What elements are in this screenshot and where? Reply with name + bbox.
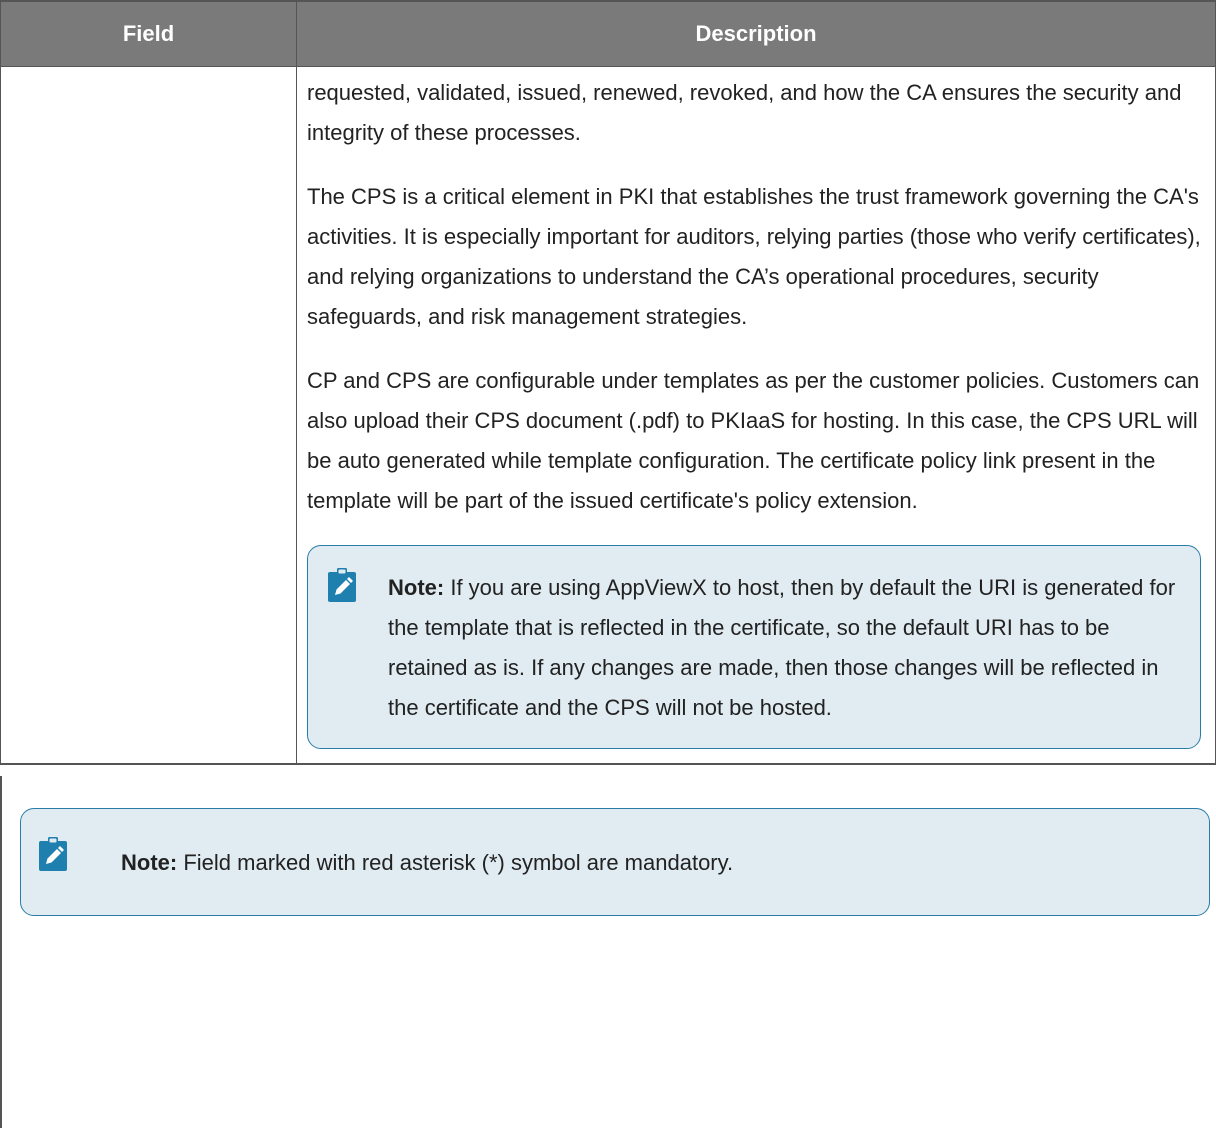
field-cell <box>0 66 297 765</box>
description-cell: requested, validated, issued, renewed, r… <box>296 66 1216 765</box>
description-paragraph-3: CP and CPS are configurable under templa… <box>307 368 1200 513</box>
mandatory-fields-note: Note: Field marked with red asterisk (*)… <box>20 808 1210 916</box>
table-header-row: Field Description <box>0 0 1216 67</box>
table-row: requested, validated, issued, renewed, r… <box>0 66 1216 765</box>
description-paragraph-2: The CPS is a critical element in PKI tha… <box>307 184 1201 329</box>
note-label: Note: <box>121 850 178 875</box>
note-text: Field marked with red asterisk (*) symbo… <box>177 850 734 875</box>
mandatory-note-body: Note: Field marked with red asterisk (*)… <box>121 843 1195 883</box>
header-description: Description <box>296 0 1216 67</box>
pencil-note-icon <box>328 568 356 602</box>
footer-section: Note: Field marked with red asterisk (*)… <box>0 776 1216 1128</box>
pencil-note-icon <box>39 837 67 871</box>
description-paragraph-1: requested, validated, issued, renewed, r… <box>307 80 1182 145</box>
hosting-note: Note: If you are using AppViewX to host,… <box>307 545 1201 749</box>
note-label: Note: <box>388 575 445 600</box>
fields-table: Field Description requested, validated, … <box>0 0 1216 765</box>
header-field: Field <box>0 0 297 67</box>
note-text: If you are using AppViewX to host, then … <box>388 575 1176 720</box>
hosting-note-body: Note: If you are using AppViewX to host,… <box>388 568 1186 728</box>
